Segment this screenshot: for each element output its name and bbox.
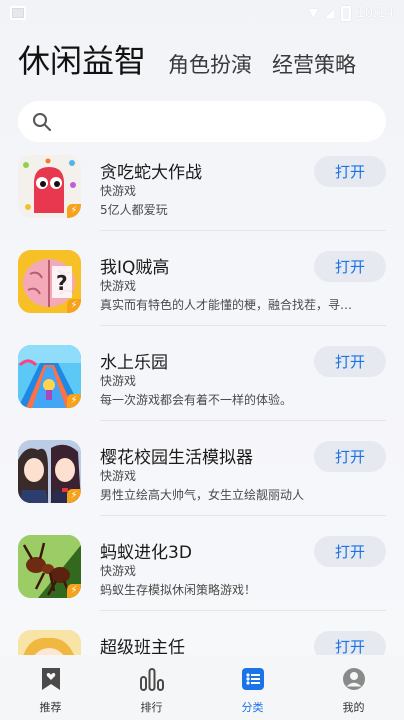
open-button[interactable]: 打开	[314, 156, 386, 187]
game-list: ⚡ 贪吃蛇大作战 快游戏 5亿人都爱玩 打开 ? ⚡ 我IQ贼高 快游戏 真实而…	[0, 150, 404, 655]
search-bar[interactable]	[18, 101, 386, 142]
search-icon	[32, 112, 52, 132]
brain-game-icon[interactable]: ? ⚡	[18, 250, 81, 313]
status-time: 10:14	[356, 5, 394, 21]
water-park-game-icon[interactable]: ⚡	[18, 345, 81, 408]
snake-game-icon[interactable]: ⚡	[18, 155, 81, 218]
status-indicators: ▼ ◢ 10:14	[308, 5, 394, 21]
profile-icon	[342, 667, 366, 695]
open-button[interactable]: 打开	[314, 251, 386, 282]
bottom-nav: 推荐 排行 分类 我的	[0, 655, 404, 720]
game-name: 水上乐园	[100, 353, 168, 373]
game-type: 快游戏	[100, 469, 137, 483]
divider	[100, 515, 386, 516]
open-button[interactable]: 打开	[314, 441, 386, 472]
quick-game-badge: ⚡	[67, 584, 81, 598]
battery-icon	[340, 5, 351, 21]
signal-icon: ◢	[324, 5, 335, 21]
game-type: 快游戏	[100, 184, 137, 198]
game-type: 快游戏	[100, 564, 137, 578]
game-name: 贪吃蛇大作战	[100, 163, 202, 183]
game-name: 蚂蚁进化3D	[100, 543, 192, 563]
search-input[interactable]	[60, 113, 360, 130]
app-notification-icon	[10, 6, 26, 20]
nav-item-category[interactable]: 分类	[213, 667, 293, 715]
nav-label: 分类	[241, 701, 264, 714]
game-name: 樱花校园生活模拟器	[100, 448, 253, 468]
divider	[100, 610, 386, 611]
bookmark-heart-icon	[40, 667, 62, 695]
tab-casual-puzzle[interactable]: 休闲益智	[18, 36, 146, 82]
game-type: 快游戏	[100, 374, 137, 388]
game-name: 超级班主任	[100, 638, 185, 655]
category-tabs: 休闲益智 角色扮演 经营策略	[18, 36, 394, 84]
quick-game-badge: ⚡	[67, 394, 81, 408]
open-button[interactable]: 打开	[314, 346, 386, 377]
ranking-bars-icon	[139, 667, 165, 695]
game-description: 男性立绘高大帅气，女生立绘靓丽动人	[100, 488, 305, 502]
nav-item-profile[interactable]: 我的	[314, 667, 394, 715]
nav-item-recommend[interactable]: 推荐	[11, 667, 91, 715]
category-list-icon	[241, 667, 265, 695]
list-item[interactable]: ⚡ 樱花校园生活模拟器 快游戏 男性立绘高大帅气，女生立绘靓丽动人 打开	[0, 435, 404, 530]
quick-game-badge: ⚡	[67, 299, 81, 313]
nav-item-ranking[interactable]: 排行	[112, 667, 192, 715]
list-item[interactable]: ? ⚡ 我IQ贼高 快游戏 真实而有特色的人才能懂的梗，融合找茬，寻… 打开	[0, 245, 404, 340]
sakura-school-game-icon[interactable]: ⚡	[18, 440, 81, 503]
quick-game-badge: ⚡	[67, 489, 81, 503]
tab-role-playing[interactable]: 角色扮演	[168, 49, 252, 79]
divider	[100, 420, 386, 421]
game-description: 每一次游戏都会有着不一样的体验。	[100, 393, 293, 407]
divider	[100, 325, 386, 326]
list-item[interactable]: ⚡ 蚂蚁进化3D 快游戏 蚂蚁生存模拟休闲策略游戏！ 打开	[0, 530, 404, 625]
open-button[interactable]: 打开	[314, 536, 386, 567]
nav-label: 我的	[342, 701, 365, 714]
list-item[interactable]: 超级班主任 打开	[0, 625, 404, 655]
divider	[100, 230, 386, 231]
game-description: 蚂蚁生存模拟休闲策略游戏！	[100, 583, 257, 597]
wifi-icon: ▼	[308, 5, 319, 21]
list-item[interactable]: ⚡ 水上乐园 快游戏 每一次游戏都会有着不一样的体验。 打开	[0, 340, 404, 435]
game-description: 真实而有特色的人才能懂的梗，融合找茬，寻…	[100, 298, 353, 312]
list-item[interactable]: ⚡ 贪吃蛇大作战 快游戏 5亿人都爱玩 打开	[0, 150, 404, 245]
quick-game-badge: ⚡	[67, 204, 81, 218]
game-description: 5亿人都爱玩	[100, 203, 168, 217]
open-button[interactable]: 打开	[314, 631, 386, 655]
tab-strategy[interactable]: 经营策略	[272, 49, 356, 79]
game-type: 快游戏	[100, 279, 137, 293]
svg-text:?: ?	[56, 271, 68, 295]
game-name: 我IQ贼高	[100, 258, 170, 278]
nav-label: 推荐	[39, 701, 62, 714]
ant-evolution-game-icon[interactable]: ⚡	[18, 535, 81, 598]
super-teacher-game-icon[interactable]	[18, 630, 81, 655]
status-bar: ▼ ◢ 10:14	[0, 0, 404, 26]
nav-label: 排行	[140, 701, 163, 714]
